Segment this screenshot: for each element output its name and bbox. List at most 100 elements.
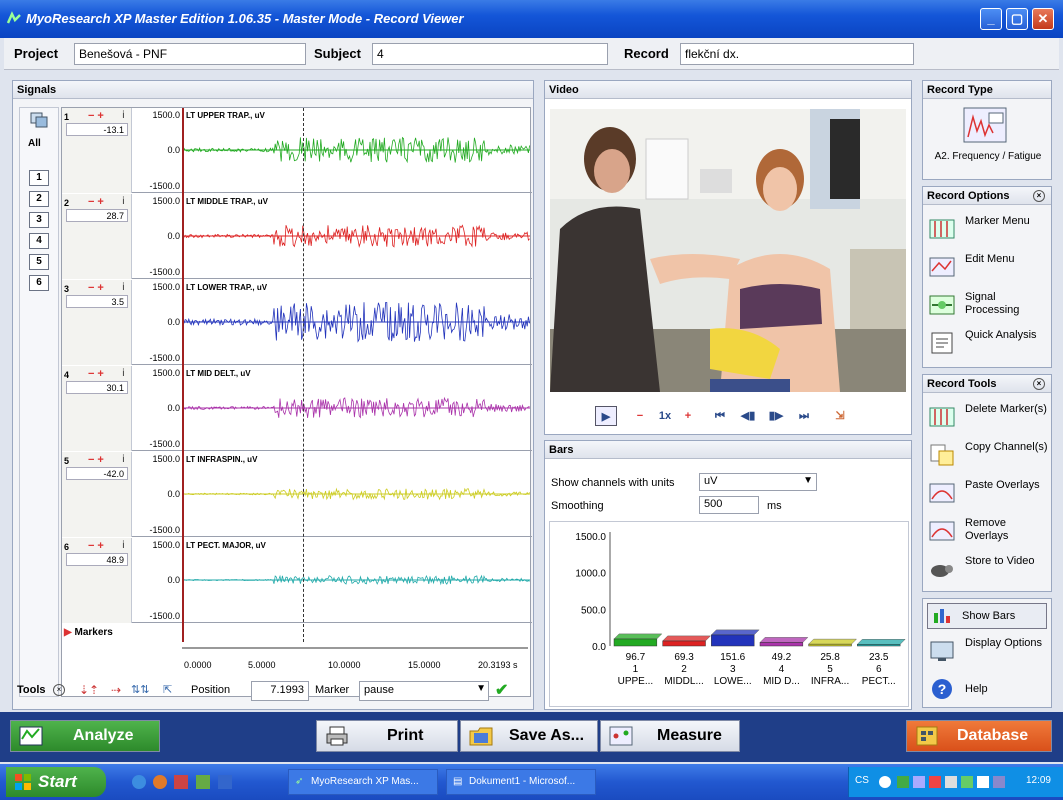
all-channels-button[interactable]: All [28, 138, 41, 149]
tray-icons[interactable] [877, 774, 1009, 790]
channel-button-2[interactable]: 2 [29, 191, 49, 207]
faster-button[interactable]: + [681, 406, 695, 426]
play-button[interactable]: ▶ [595, 406, 617, 426]
channel-info-icon[interactable]: ⅰ [122, 110, 125, 121]
channel-row[interactable]: 6 −+ ⅰ 48.9 1500.0 0.0 -1500.0 LT PECT. MAJOR, … [62, 538, 532, 623]
channel-button-3[interactable]: 3 [29, 212, 49, 228]
reset-icon[interactable]: ⇱ [163, 683, 172, 696]
analyze-button[interactable]: Analyze [10, 720, 160, 752]
step-forward-icon[interactable]: ▮▶ [767, 406, 785, 426]
bar-value-label: 151.6 [720, 652, 745, 663]
marker-menu-item[interactable]: Marker Menu [929, 213, 1047, 247]
channel-zoom-icon[interactable]: −+ [88, 540, 107, 552]
project-field[interactable]: Benešová - PNF [74, 43, 306, 65]
edit-menu-item[interactable]: Edit Menu [929, 251, 1047, 285]
video-frame[interactable] [550, 109, 906, 392]
language-indicator[interactable]: CS [855, 775, 869, 786]
frequency-fatigue-icon[interactable] [963, 107, 1007, 143]
step-back-icon[interactable]: ◀▮ [739, 406, 757, 426]
display-options-icon [930, 641, 954, 661]
display-options-item[interactable]: Display Options [929, 635, 1047, 669]
copy-channels-item[interactable]: Copy Channel(s) [929, 439, 1048, 473]
channel-info-icon[interactable]: ⅰ [122, 368, 125, 379]
record-field[interactable]: flekční dx. [680, 43, 914, 65]
maximize-button[interactable]: ▢ [1006, 8, 1028, 30]
database-button[interactable]: Database [906, 720, 1052, 752]
y-tick-bottom: -1500.0 [149, 181, 180, 191]
task-word[interactable]: ▤ Dokument1 - Microsof... [446, 769, 596, 795]
save-as-label: Save As... [509, 727, 585, 744]
channel-value: -42.0 [66, 467, 128, 480]
video-export-icon[interactable]: ⇲ [831, 406, 849, 426]
position-field[interactable]: 7.1993 [251, 681, 309, 701]
minimize-button[interactable]: _ [980, 8, 1002, 30]
channel-y-axis: 1500.0 0.0 -1500.0 [132, 452, 182, 537]
marker-select-value: pause [364, 684, 394, 696]
save-as-button[interactable]: Save As... [460, 720, 598, 752]
signal-plot-area[interactable]: 1 −+ ⅰ -13.1 1500.0 0.0 -1500.0 LT UPPER TRAP.,… [61, 107, 532, 697]
delete-markers-item[interactable]: Delete Marker(s) [929, 401, 1047, 435]
channel-zoom-icon[interactable]: −+ [88, 454, 107, 466]
subject-field[interactable]: 4 [372, 43, 608, 65]
channel-zoom-icon[interactable]: −+ [88, 110, 107, 122]
copy-channels-icon[interactable] [30, 112, 48, 128]
record-tools-collapse-icon[interactable]: × [1033, 378, 1045, 390]
task-myoresearch[interactable]: ➶ MyoResearch XP Mas... [288, 769, 438, 795]
record-options-collapse-icon[interactable]: × [1033, 190, 1045, 202]
channel-row[interactable]: 5 −+ ⅰ -42.0 1500.0 0.0 -1500.0 LT INFRASPIN., … [62, 452, 532, 537]
channel-row[interactable]: 2 −+ ⅰ 28.7 1500.0 0.0 -1500.0 LT MIDDLE TRAP.,… [62, 194, 532, 279]
position-cursor[interactable] [303, 108, 304, 642]
quick-launch-icons[interactable] [130, 773, 260, 791]
zoom-vertical-icon[interactable]: ⇣⇡ [79, 683, 99, 697]
chevron-down-icon[interactable]: ▼ [476, 683, 486, 694]
units-select[interactable]: uV ▼ [699, 473, 817, 491]
bar [613, 638, 658, 647]
channel-zoom-icon[interactable]: −+ [88, 368, 107, 380]
marker-select[interactable]: pause ▼ [359, 681, 489, 701]
store-to-video-item[interactable]: Store to Video [929, 553, 1047, 587]
signals-panel: Signals All 1 2 3 4 5 6 1 −+ ⅰ -13.1 1500.0 0… [12, 80, 534, 710]
video-header: Video [545, 81, 911, 99]
channel-row[interactable]: 3 −+ ⅰ 3.5 1500.0 0.0 -1500.0 LT LOWER TRAP., u… [62, 280, 532, 365]
channel-info-icon[interactable]: ⅰ [122, 282, 125, 293]
signal-processing-item[interactable]: Signal Processing [929, 289, 1047, 323]
fit-icon[interactable]: ⇅⇅ [131, 683, 149, 696]
skip-start-icon[interactable]: ⏮ [711, 406, 729, 426]
bars-chart-svg: 1500.01000.0500.00.096.71UPPE...69.32MID… [575, 532, 906, 687]
copy-channels-icon [930, 444, 954, 466]
markers-arrow-icon[interactable]: ▶ [64, 627, 72, 638]
smoothing-field[interactable]: 500 [699, 496, 759, 514]
confirm-check-icon[interactable]: ✔ [495, 680, 508, 700]
help-item[interactable]: ? Help [929, 673, 1047, 707]
channel-y-axis: 1500.0 0.0 -1500.0 [132, 194, 182, 279]
show-bars-button[interactable]: Show Bars [927, 603, 1047, 629]
channel-button-1[interactable]: 1 [29, 170, 49, 186]
paste-overlays-item[interactable]: Paste Overlays [929, 477, 1047, 511]
channel-button-4[interactable]: 4 [29, 233, 49, 249]
slower-button[interactable]: − [633, 406, 647, 426]
channel-zoom-icon[interactable]: −+ [88, 196, 107, 208]
channel-info-icon[interactable]: ⅰ [122, 196, 125, 207]
zoom-horizontal-icon[interactable]: ⇢ [111, 683, 121, 697]
units-chevron-down-icon[interactable]: ▼ [803, 475, 813, 486]
quick-analysis-item[interactable]: Quick Analysis [929, 327, 1047, 361]
channel-info-icon[interactable]: ⅰ [122, 454, 125, 465]
start-cursor[interactable] [182, 108, 184, 642]
tools-collapse-icon[interactable]: × [53, 684, 65, 696]
measure-button[interactable]: Measure [600, 720, 740, 752]
channel-button-6[interactable]: 6 [29, 275, 49, 291]
start-button[interactable]: Start [6, 767, 106, 797]
channel-zoom-icon[interactable]: −+ [88, 282, 107, 294]
skip-end-icon[interactable]: ⏭ [795, 406, 813, 426]
close-button[interactable]: ✕ [1032, 8, 1054, 30]
edit-menu-label: Edit Menu [965, 253, 1015, 265]
signal-trace [184, 574, 530, 586]
print-button[interactable]: Print [316, 720, 458, 752]
bar-category-number: 3 [730, 664, 736, 675]
remove-overlays-item[interactable]: Remove Overlays [929, 515, 1047, 549]
channel-row[interactable]: 4 −+ ⅰ 30.1 1500.0 0.0 -1500.0 LT MID DELT., uV [62, 366, 532, 451]
channel-info-icon[interactable]: ⅰ [122, 540, 125, 551]
channel-row[interactable]: 1 −+ ⅰ -13.1 1500.0 0.0 -1500.0 LT UPPER TRAP.,… [62, 108, 532, 193]
edit-menu-icon [929, 257, 955, 277]
channel-button-5[interactable]: 5 [29, 254, 49, 270]
